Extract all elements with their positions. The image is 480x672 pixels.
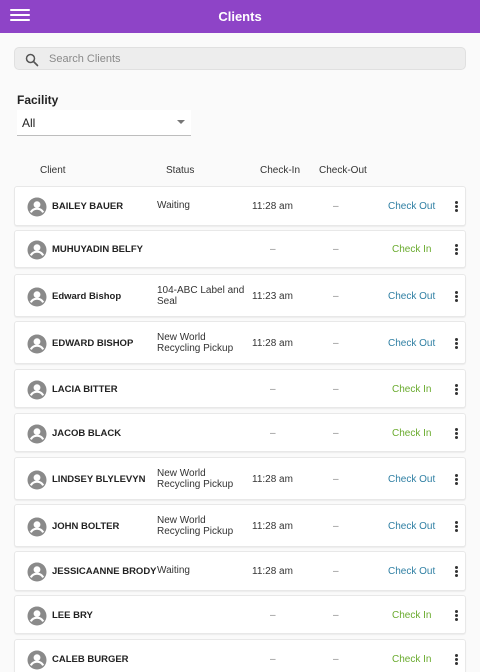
check-in-time: – [270,244,276,255]
check-in-time: – [270,609,276,621]
client-name: JESSICAANNE BRODY [52,566,157,577]
check-in-time: 11:28 am [252,520,293,532]
table-row[interactable]: JESSICAANNE BRODY Waiting 11:28 am – Check O… [14,551,466,591]
search-icon[interactable] [25,53,39,67]
avatar-icon [27,334,47,353]
check-out-button[interactable]: Check Out [388,566,435,577]
column-header-check-out: Check-Out [319,165,367,176]
more-options-icon[interactable] [453,383,459,396]
page-title: Clients [218,9,262,24]
check-out-time: – [333,473,339,485]
check-out-button[interactable]: Check Out [388,291,435,302]
check-out-time: – [333,383,339,395]
check-out-button[interactable]: Check Out [388,338,435,349]
more-options-icon[interactable] [453,473,459,486]
check-in-time: – [270,654,276,665]
client-name: Edward Bishop [52,290,122,302]
more-options-icon[interactable] [453,566,459,578]
client-name: JOHN BOLTER [52,520,120,532]
avatar-icon [27,562,47,582]
client-name: JACOB BLACK [52,427,122,439]
status-text: New World Recycling Pickup [157,514,234,538]
avatar-icon [27,517,47,536]
check-in-button[interactable]: Check In [392,384,431,395]
status-text: New World Recycling Pickup [157,467,234,491]
table-row[interactable]: LINDSEY BLYLEVYN New World Recycling Pick… [14,457,466,500]
search-bar [14,47,466,70]
more-options-icon[interactable] [453,244,459,256]
check-in-time: – [270,383,276,395]
check-out-button[interactable]: Check Out [388,521,435,532]
check-out-button[interactable]: Check Out [388,474,435,485]
table-row[interactable]: MUHUYADIN BELFY – – Check In [14,230,466,268]
check-out-time: – [333,290,339,302]
client-name: BAILEY BAUER [52,201,124,212]
avatar-icon [27,606,47,625]
more-options-icon[interactable] [453,201,459,213]
status-text: Waiting [157,200,190,211]
check-out-time: – [333,654,339,665]
chevron-down-icon [177,120,185,124]
check-in-time: 11:28 am [252,566,293,577]
avatar-icon [27,470,47,489]
avatar-icon [27,240,47,260]
check-in-button[interactable]: Check In [392,428,431,439]
table-row[interactable]: LACIA BITTER – – Check In [14,369,466,408]
facility-selected-value: All [22,116,36,130]
check-in-time: – [270,427,276,439]
table-row[interactable]: LEE BRY – – Check In [14,595,466,634]
search-input[interactable] [49,50,449,68]
check-out-time: – [333,244,339,255]
more-options-icon[interactable] [453,337,459,350]
status-text: New World Recycling Pickup [157,331,234,355]
check-in-time: 11:28 am [252,337,293,349]
table-row[interactable]: JOHN BOLTER New World Recycling Pickup 11:… [14,504,466,547]
more-options-icon[interactable] [453,654,459,666]
table-row[interactable]: Edward Bishop 104-ABC Label and Seal 11:23… [14,274,466,317]
check-out-time: – [333,520,339,532]
client-name: EDWARD BISHOP [52,337,134,349]
check-out-time: – [333,201,339,212]
check-out-time: – [333,427,339,439]
client-name: LACIA BITTER [52,383,118,395]
table-row[interactable]: EDWARD BISHOP New World Recycling Pickup 1… [14,321,466,364]
check-in-time: 11:28 am [252,201,293,212]
more-options-icon[interactable] [453,609,459,622]
check-in-button[interactable]: Check In [392,244,431,255]
more-options-icon[interactable] [453,520,459,533]
client-name: LEE BRY [52,609,93,621]
check-out-time: – [333,337,339,349]
status-text: 104-ABC Label and Seal [157,284,245,308]
client-name: LINDSEY BLYLEVYN [52,473,146,485]
facility-label: Facility [17,93,59,107]
check-in-button[interactable]: Check In [392,654,431,665]
avatar-icon [27,650,47,670]
check-out-time: – [333,566,339,577]
check-in-button[interactable]: Check In [392,610,431,621]
client-name: CALEB BURGER [52,654,129,665]
avatar-icon [27,380,47,399]
table-row[interactable]: BAILEY BAUER Waiting 11:28 am – Check Out [14,186,466,226]
status-text: Waiting [157,565,190,576]
more-options-icon[interactable] [453,427,459,440]
app-bar: Clients [0,0,480,33]
facility-select[interactable]: All [17,110,191,136]
avatar-icon [27,287,47,306]
column-header-client: Client [40,165,66,176]
check-out-button[interactable]: Check Out [388,201,435,212]
table-row[interactable]: CALEB BURGER – – Check In [14,639,466,672]
check-in-time: 11:23 am [252,290,293,302]
avatar-icon [27,424,47,443]
check-in-time: 11:28 am [252,473,293,485]
client-name: MUHUYADIN BELFY [52,244,143,255]
column-header-status: Status [166,165,195,176]
avatar-icon [27,197,47,217]
table-row[interactable]: JACOB BLACK – – Check In [14,413,466,452]
more-options-icon[interactable] [453,290,459,303]
column-header-check-in: Check-In [260,165,301,176]
check-out-time: – [333,609,339,621]
